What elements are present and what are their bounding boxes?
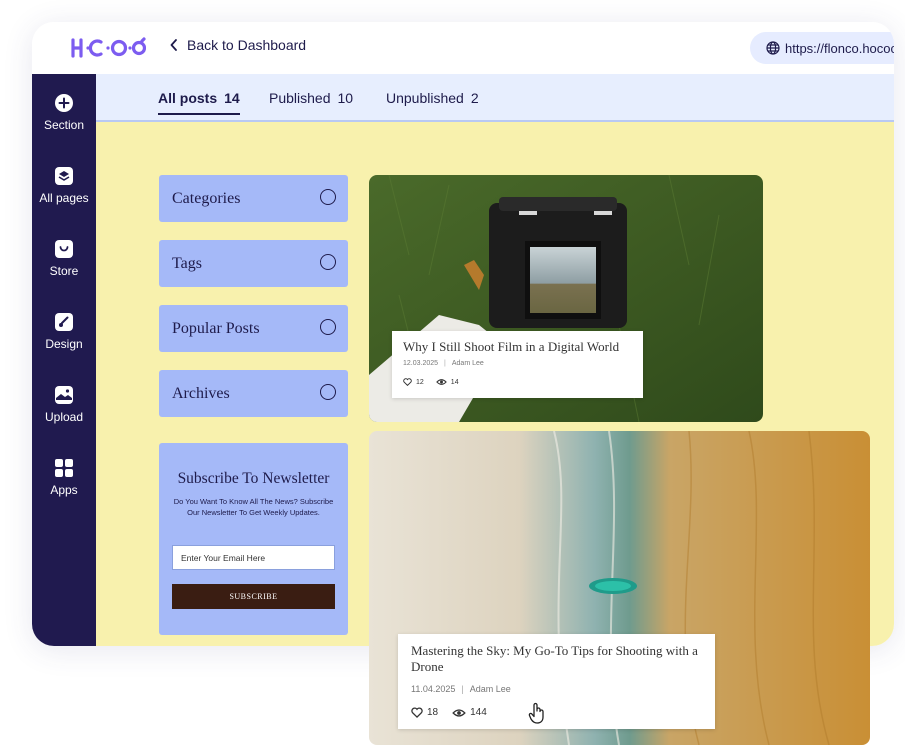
widget-label: Popular Posts xyxy=(172,319,260,337)
chevron-left-icon xyxy=(170,39,177,51)
top-bar: Back to Dashboard https://flonco.hococ xyxy=(32,22,894,74)
sidebar-item-upload[interactable]: Upload xyxy=(32,384,96,424)
sidebar-item-label: Store xyxy=(49,264,79,278)
widget-categories[interactable]: Categories xyxy=(159,175,348,222)
layers-icon xyxy=(53,165,75,187)
globe-icon xyxy=(766,41,780,55)
heart-icon xyxy=(411,707,423,718)
post-date: 11.04.2025 xyxy=(411,684,456,694)
likes-count: 18 xyxy=(427,707,439,718)
sidebar-item-store[interactable]: Store xyxy=(32,238,96,278)
brand-logo[interactable] xyxy=(70,36,146,60)
post-title: Mastering the Sky: My Go-To Tips for Sho… xyxy=(411,643,698,674)
newsletter-description: Do You Want To Know All The News? Subscr… xyxy=(173,497,334,517)
image-upload-icon xyxy=(53,384,75,406)
widget-popular-posts[interactable]: Popular Posts xyxy=(159,305,348,352)
newsletter-widget: Subscribe To Newsletter Do You Want To K… xyxy=(159,443,348,635)
sidebar-item-label: Section xyxy=(43,118,85,132)
post-summary[interactable]: Mastering the Sky: My Go-To Tips for Sho… xyxy=(398,634,715,729)
tab-count: 2 xyxy=(470,90,479,106)
widget-tags[interactable]: Tags xyxy=(159,240,348,287)
site-url: https://flonco.hococ xyxy=(785,40,894,56)
sidebar-item-label: Design xyxy=(45,337,83,351)
radio-circle-icon[interactable] xyxy=(320,319,336,335)
sidebar-item-all-pages[interactable]: All pages xyxy=(32,165,96,205)
tab-count: 14 xyxy=(224,90,240,106)
tab-label: All posts xyxy=(158,90,218,106)
views-count: 14 xyxy=(450,378,459,386)
site-url-pill[interactable]: https://flonco.hococ xyxy=(750,32,894,64)
newsletter-title: Subscribe To Newsletter xyxy=(177,470,330,487)
widget-label: Categories xyxy=(172,189,241,207)
radio-circle-icon[interactable] xyxy=(320,384,336,400)
tab-label: Unpublished xyxy=(386,90,464,106)
eye-icon xyxy=(436,379,447,385)
radio-circle-icon[interactable] xyxy=(320,189,336,205)
hand-pointer-cursor-icon xyxy=(528,702,544,724)
tab-count: 10 xyxy=(337,90,354,106)
brush-icon xyxy=(53,311,75,333)
sidebar-item-apps[interactable]: Apps xyxy=(32,457,96,497)
subscribe-button[interactable]: SUBSCRIBE xyxy=(172,584,335,609)
tab-unpublished[interactable]: Unpublished 2 xyxy=(386,90,479,106)
sidebar: Section All pages Store Design Upload Ap… xyxy=(32,74,96,646)
likes-count: 12 xyxy=(416,378,424,386)
widget-archives[interactable]: Archives xyxy=(159,370,348,417)
plus-circle-icon xyxy=(53,92,75,114)
sidebar-item-label: Upload xyxy=(44,410,84,424)
views-stat: 144 xyxy=(452,707,487,718)
post-author: Adam Lee xyxy=(469,684,511,694)
post-date: 12.03.2025 xyxy=(403,360,439,367)
sidebar-item-design[interactable]: Design xyxy=(32,311,96,351)
post-summary[interactable]: Why I Still Shoot Film in a Digital Worl… xyxy=(392,331,643,398)
post-stats: 12 14 xyxy=(403,378,471,386)
heart-icon xyxy=(403,378,412,386)
shopping-bag-icon xyxy=(53,238,75,260)
widget-label: Archives xyxy=(172,384,230,402)
post-filter-tabs: All posts 14 Published 10 Unpublished 2 xyxy=(96,74,894,122)
post-author: Adam Lee xyxy=(451,360,484,367)
post-stats: 18 144 xyxy=(411,707,499,718)
eye-icon xyxy=(452,708,466,717)
email-field[interactable] xyxy=(172,545,335,570)
back-to-dashboard-link[interactable]: Back to Dashboard xyxy=(170,37,306,53)
radio-circle-icon[interactable] xyxy=(320,254,336,270)
post-card-film[interactable]: Why I Still Shoot Film in a Digital Worl… xyxy=(369,175,763,422)
likes-stat[interactable]: 12 xyxy=(403,378,424,386)
sidebar-item-section[interactable]: Section xyxy=(32,92,96,132)
back-label: Back to Dashboard xyxy=(187,37,307,53)
tab-all-posts[interactable]: All posts 14 xyxy=(158,90,240,115)
widget-label: Tags xyxy=(172,254,202,272)
post-meta: 12.03.2025 | Adam Lee xyxy=(403,360,484,367)
post-card-drone[interactable]: Mastering the Sky: My Go-To Tips for Sho… xyxy=(369,431,870,745)
tab-label: Published xyxy=(269,90,331,106)
tab-published[interactable]: Published 10 xyxy=(269,90,353,106)
views-count: 144 xyxy=(470,707,487,718)
post-meta: 11.04.2025 | Adam Lee xyxy=(411,684,511,694)
views-stat: 14 xyxy=(436,378,459,386)
post-title: Why I Still Shoot Film in a Digital Worl… xyxy=(403,339,620,354)
sidebar-item-label: Apps xyxy=(50,483,78,497)
apps-grid-icon xyxy=(53,457,75,479)
likes-stat[interactable]: 18 xyxy=(411,707,438,718)
sidebar-item-label: All pages xyxy=(39,191,89,205)
